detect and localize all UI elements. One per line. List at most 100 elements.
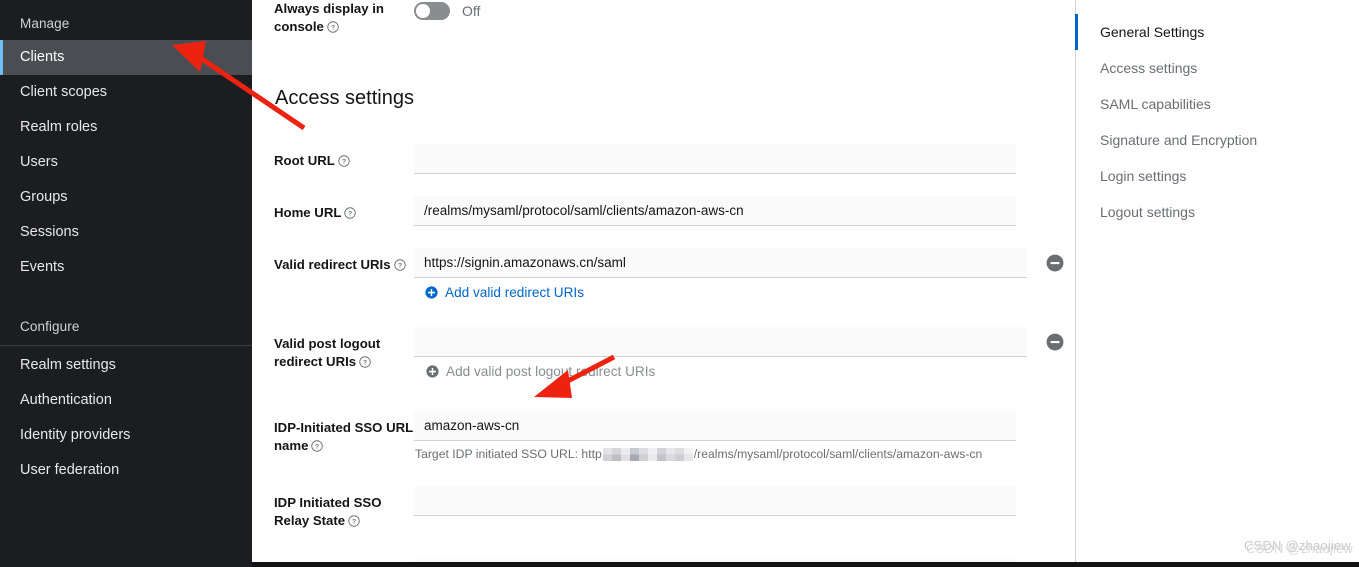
sidebar-item-label: Users bbox=[20, 154, 58, 170]
root-url-control bbox=[414, 144, 1075, 174]
question-circle-icon[interactable]: ? bbox=[359, 356, 371, 368]
svg-text:?: ? bbox=[331, 25, 335, 32]
rail-item-label: Login settings bbox=[1100, 168, 1187, 184]
valid-redirect-uris-control: Add valid redirect URIs bbox=[414, 248, 1075, 304]
sidebar-item-clients[interactable]: Clients bbox=[0, 40, 252, 75]
add-link-label: Add valid redirect URIs bbox=[445, 285, 585, 300]
valid-redirect-uri-input[interactable] bbox=[414, 248, 1027, 278]
question-circle-icon[interactable]: ? bbox=[338, 155, 350, 167]
always-display-control: Off bbox=[414, 0, 1075, 20]
valid-post-logout-redirect-uris-control: Add valid post logout redirect URIs bbox=[414, 327, 1075, 383]
valid-post-logout-redirect-uri-input[interactable] bbox=[414, 327, 1027, 357]
sidebar-item-sessions[interactable]: Sessions bbox=[0, 215, 252, 250]
access-settings-heading: Access settings bbox=[275, 87, 414, 109]
settings-jump-nav: General Settings Access settings SAML ca… bbox=[1075, 0, 1359, 567]
field-idp-initiated-sso-relay-state: IDP Initiated SSO Relay State? bbox=[274, 486, 1075, 531]
sidebar-group-configure-title: Configure bbox=[0, 311, 252, 346]
always-display-toggle[interactable] bbox=[414, 2, 450, 20]
rail-item-label: SAML capabilities bbox=[1100, 96, 1211, 112]
root-url-label: Root URL? bbox=[274, 144, 414, 171]
sidebar-item-events[interactable]: Events bbox=[0, 250, 252, 285]
sidebar-group-manage-title: Manage bbox=[20, 16, 70, 31]
field-root-url: Root URL? bbox=[274, 144, 1075, 174]
plus-circle-icon bbox=[426, 365, 439, 378]
question-circle-icon[interactable]: ? bbox=[327, 21, 339, 33]
watermark-text-ghost: CSDN @zhaojiew bbox=[1245, 541, 1353, 556]
toggle-knob bbox=[416, 4, 430, 18]
field-home-url: Home URL? bbox=[274, 196, 1075, 226]
sidebar-item-label: User federation bbox=[20, 462, 120, 478]
idp-initiated-sso-url-helper-text: Target IDP initiated SSO URL: http /real… bbox=[415, 447, 1075, 461]
svg-text:?: ? bbox=[363, 360, 367, 367]
field-idp-initiated-sso-url-name: IDP-Initiated SSO URL name? Target IDP i… bbox=[274, 411, 1075, 461]
home-url-label: Home URL? bbox=[274, 196, 414, 223]
field-valid-redirect-uris: Valid redirect URIs? Add valid redirect … bbox=[274, 248, 1075, 304]
sidebar-item-realm-roles[interactable]: Realm roles bbox=[0, 110, 252, 145]
svg-text:?: ? bbox=[352, 519, 356, 526]
sidebar-item-authentication[interactable]: Authentication bbox=[0, 383, 252, 418]
sidebar-item-client-scopes[interactable]: Client scopes bbox=[0, 75, 252, 110]
client-settings-form: Always display in console? Off Access se… bbox=[252, 0, 1075, 567]
rail-item-signature-and-encryption[interactable]: Signature and Encryption bbox=[1076, 122, 1359, 158]
root-url-input[interactable] bbox=[414, 144, 1016, 174]
helper-suffix: /realms/mysaml/protocol/saml/clients/ama… bbox=[693, 447, 983, 461]
sidebar-item-identity-providers[interactable]: Identity providers bbox=[0, 418, 252, 453]
field-valid-post-logout-redirect-uris: Valid post logout redirect URIs? Add val… bbox=[274, 327, 1075, 383]
idp-initiated-sso-url-name-input[interactable] bbox=[414, 411, 1016, 441]
sidebar-item-label: Sessions bbox=[20, 224, 79, 240]
question-circle-icon[interactable]: ? bbox=[348, 515, 360, 527]
add-valid-redirect-uris-button[interactable]: Add valid redirect URIs bbox=[425, 285, 584, 300]
sidebar-item-label: Groups bbox=[20, 189, 68, 205]
idp-initiated-sso-url-name-control: Target IDP initiated SSO URL: http bbox=[414, 411, 1075, 461]
sidebar-item-label: Realm settings bbox=[20, 357, 116, 373]
field-always-display-in-console: Always display in console? Off bbox=[274, 0, 1075, 37]
sidebar-item-label: Client scopes bbox=[20, 84, 108, 100]
question-circle-icon[interactable]: ? bbox=[393, 259, 406, 271]
toggle-state-label: Off bbox=[462, 3, 481, 19]
add-link-label: Add valid post logout redirect URIs bbox=[446, 364, 656, 379]
idp-initiated-sso-relay-state-control bbox=[414, 486, 1075, 516]
plus-circle-icon bbox=[425, 286, 438, 299]
idp-initiated-sso-url-name-label: IDP-Initiated SSO URL name? bbox=[274, 420, 413, 453]
valid-post-logout-redirect-uris-label: Valid post logout redirect URIs? bbox=[274, 336, 381, 369]
idp-initiated-sso-relay-state-label: IDP Initiated SSO Relay State? bbox=[274, 495, 382, 528]
rail-item-label: General Settings bbox=[1100, 24, 1205, 40]
question-circle-icon[interactable]: ? bbox=[311, 440, 324, 452]
sidebar-item-label: Authentication bbox=[20, 392, 112, 408]
sidebar-item-label: Realm roles bbox=[20, 119, 98, 135]
rail-item-login-settings[interactable]: Login settings bbox=[1076, 158, 1359, 194]
rail-item-general-settings[interactable]: General Settings bbox=[1075, 14, 1359, 50]
svg-text:?: ? bbox=[397, 263, 401, 270]
question-circle-icon[interactable]: ? bbox=[344, 207, 357, 219]
sidebar-item-label: Events bbox=[20, 259, 65, 275]
rail-item-label: Signature and Encryption bbox=[1100, 132, 1258, 148]
add-valid-post-logout-redirect-uris-button[interactable]: Add valid post logout redirect URIs bbox=[426, 364, 655, 379]
rail-item-saml-capabilities[interactable]: SAML capabilities bbox=[1076, 86, 1359, 122]
always-display-label: Always display in console? bbox=[274, 1, 384, 34]
sidebar-item-label: Clients bbox=[20, 49, 65, 65]
minus-circle-icon[interactable] bbox=[1046, 254, 1064, 272]
sidebar-item-realm-settings[interactable]: Realm settings bbox=[0, 348, 252, 383]
sidebar-item-groups[interactable]: Groups bbox=[0, 180, 252, 215]
rail-item-label: Logout settings bbox=[1100, 204, 1195, 220]
home-url-control bbox=[414, 196, 1075, 226]
idp-initiated-sso-relay-state-input[interactable] bbox=[414, 486, 1016, 516]
svg-text:?: ? bbox=[348, 211, 352, 218]
viewport-bottom-edge bbox=[252, 562, 1359, 567]
svg-text:?: ? bbox=[342, 159, 346, 166]
rail-item-access-settings[interactable]: Access settings bbox=[1076, 50, 1359, 86]
rail-item-label: Access settings bbox=[1100, 60, 1198, 76]
home-url-input[interactable] bbox=[414, 196, 1016, 226]
sidebar-item-label: Identity providers bbox=[20, 427, 131, 443]
valid-redirect-uris-label: Valid redirect URIs? bbox=[274, 248, 414, 275]
primary-sidebar: Manage Clients Client scopes Realm roles… bbox=[0, 0, 252, 567]
svg-text:?: ? bbox=[315, 444, 319, 451]
sidebar-item-users[interactable]: Users bbox=[0, 145, 252, 180]
sidebar-item-user-federation[interactable]: User federation bbox=[0, 453, 252, 488]
csdn-watermark: CSDN @zhaojiew CSDN @zhaojiew bbox=[1244, 538, 1353, 556]
minus-circle-icon[interactable] bbox=[1046, 333, 1064, 351]
redacted-host-mosaic bbox=[602, 447, 693, 461]
helper-prefix: Target IDP initiated SSO URL: http bbox=[415, 447, 602, 461]
rail-item-logout-settings[interactable]: Logout settings bbox=[1076, 194, 1359, 230]
